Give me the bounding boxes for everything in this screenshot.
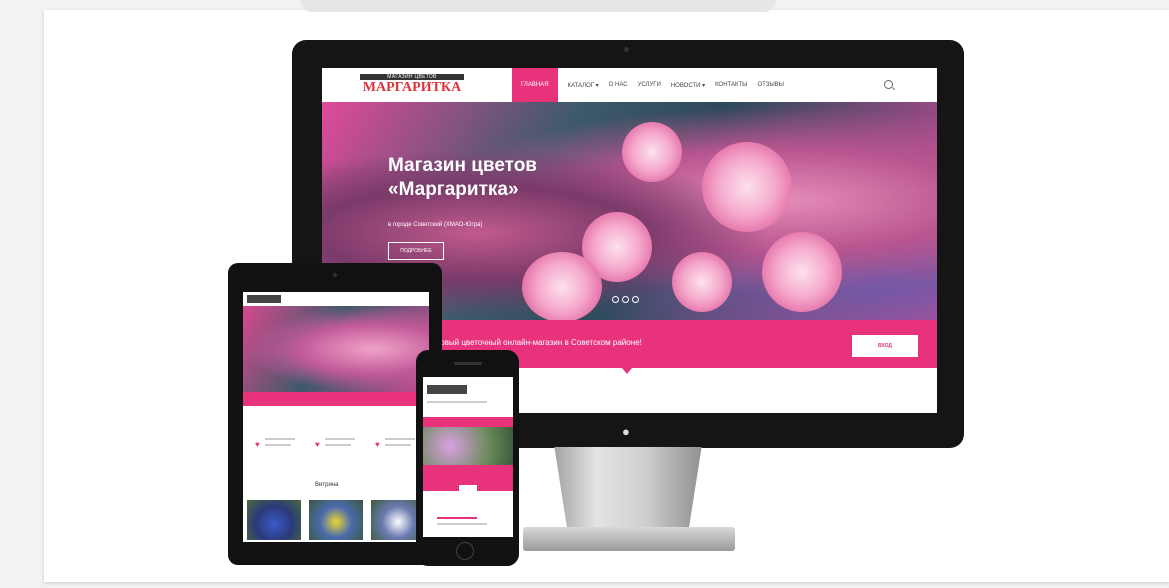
text-placeholder [437, 523, 487, 525]
banner-text: Первый цветочный онлайн-магазин в Советс… [430, 338, 642, 347]
tablet-section-title: Витрина [315, 482, 339, 488]
logo-name: МАРГАРИТКА [362, 80, 462, 95]
product-photo[interactable] [247, 500, 301, 540]
imac-stand-base [523, 527, 735, 551]
phone-banner [423, 417, 513, 427]
imac-camera [624, 47, 629, 52]
slider-dot[interactable] [622, 296, 629, 303]
text-placeholder [265, 444, 291, 446]
nav-news[interactable]: НОВОСТИ ▾ [671, 82, 705, 89]
site-nav: МАГАЗИН ЦВЕТОВ МАРГАРИТКА ГЛАВНАЯ КАТАЛО… [322, 68, 937, 103]
phone-home-button [456, 542, 474, 560]
nav-services[interactable]: УСЛУГИ [638, 82, 661, 88]
phone-logo [427, 385, 467, 394]
imac-stand-neck [554, 447, 702, 529]
tablet-screen: ♥ ♥ ♥ Витрина [243, 292, 429, 542]
flower-decoration [672, 252, 732, 312]
main-menu: ГЛАВНАЯ КАТАЛОГ ▾ О НАС УСЛУГИ НОВОСТИ ▾… [512, 68, 794, 102]
tablet-nav [243, 292, 429, 307]
tablet-camera [333, 273, 337, 277]
search-icon[interactable] [884, 80, 893, 89]
banner-enter-button[interactable]: ВХОД [852, 335, 918, 357]
nav-contacts[interactable]: КОНТАКТЫ [715, 82, 747, 88]
hero-title-line2: «Маргаритка» [388, 179, 519, 200]
heart-icon: ♥ [315, 440, 320, 449]
slider-dot[interactable] [632, 296, 639, 303]
hero-title: Магазин цветов «Маргаритка» [388, 154, 608, 202]
hero-title-line1: Магазин цветов [388, 155, 537, 176]
text-placeholder [325, 438, 355, 440]
tablet-banner [243, 392, 429, 406]
nav-home[interactable]: ГЛАВНАЯ [512, 68, 558, 102]
apple-logo-icon: ● [622, 424, 630, 439]
nav-about[interactable]: О НАС [609, 82, 628, 88]
text-placeholder [265, 438, 295, 440]
text-placeholder [385, 438, 415, 440]
heart-icon: ♥ [255, 440, 260, 449]
slider-dot[interactable] [612, 296, 619, 303]
top-tab-decoration [300, 0, 776, 12]
text-placeholder [325, 444, 351, 446]
text-placeholder [437, 517, 477, 519]
flower-decoration [522, 252, 602, 320]
flower-decoration [622, 122, 682, 182]
flower-decoration [702, 142, 792, 232]
nav-reviews[interactable]: ОТЗЫВЫ [757, 82, 784, 88]
hero-subtitle: в городе Советский (ХМАО-Югра) [388, 222, 483, 228]
phone-button[interactable] [459, 485, 477, 491]
tablet-hero [243, 306, 429, 392]
site-logo[interactable]: МАГАЗИН ЦВЕТОВ МАРГАРИТКА [360, 74, 464, 96]
nav-catalog[interactable]: КАТАЛОГ ▾ [568, 82, 599, 89]
phone-speaker [454, 362, 482, 365]
banner-arrow [622, 368, 632, 374]
product-photo[interactable] [309, 500, 363, 540]
text-placeholder [385, 444, 411, 446]
hero-more-button[interactable]: ПОДРОБНЕЕ [388, 242, 444, 260]
text-placeholder [427, 401, 487, 403]
slider-dots [612, 296, 639, 303]
heart-icon: ♥ [375, 440, 380, 449]
phone-hero-photo [423, 427, 513, 465]
flower-decoration [762, 232, 842, 312]
tablet-logo [247, 295, 281, 303]
phone-screen [423, 377, 513, 537]
